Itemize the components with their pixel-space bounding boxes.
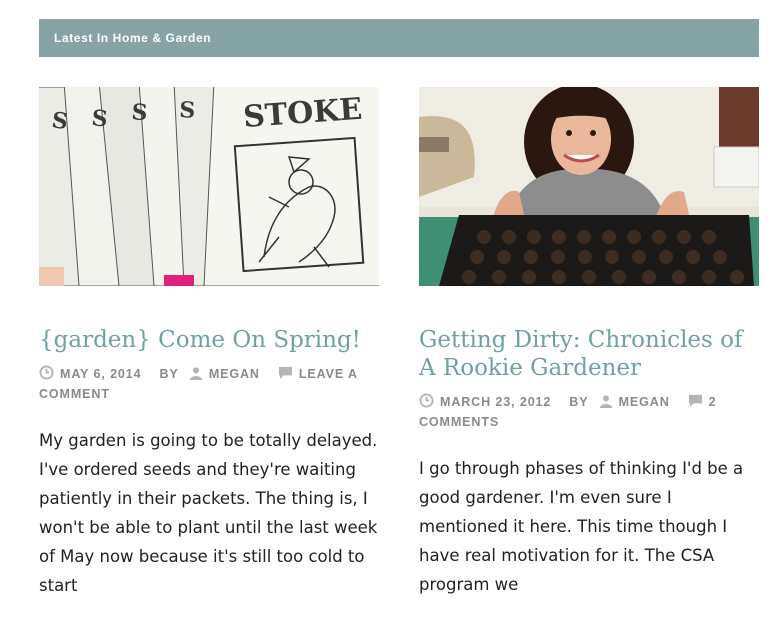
post-date[interactable]: May 6, 2014 — [60, 367, 141, 381]
post-card: S S S S STOKE {garden} Come On Spring! M… — [39, 87, 379, 617]
post-date[interactable]: March 23, 2012 — [440, 395, 551, 409]
section-title: Latest In Home & Garden — [54, 31, 212, 45]
post-meta: May 6, 2014 By Megan Leave a comment — [39, 364, 379, 404]
comment-icon — [278, 366, 292, 380]
gardener-photo-image — [419, 87, 759, 286]
svg-text:S: S — [90, 105, 109, 133]
svg-text:S: S — [130, 99, 148, 126]
seed-packets-image: S S S S STOKE — [39, 87, 379, 286]
svg-text:S: S — [179, 97, 196, 124]
comment-icon — [688, 394, 702, 408]
by-label: By — [159, 367, 179, 381]
post-excerpt: I go through phases of thinking I'd be a… — [419, 459, 744, 594]
post-thumbnail-link[interactable]: S S S S STOKE — [39, 87, 379, 286]
post-thumbnail-link[interactable] — [419, 87, 759, 286]
post-meta: March 23, 2012 By Megan 2 comments — [419, 392, 759, 432]
user-icon — [599, 395, 612, 408]
post-author[interactable]: Megan — [619, 395, 670, 409]
section-header: Latest In Home & Garden — [39, 19, 759, 57]
clock-icon — [39, 365, 54, 380]
clock-icon — [419, 393, 434, 408]
post-excerpt: My garden is going to be totally delayed… — [39, 431, 378, 595]
post-title[interactable]: Getting Dirty: Chronicles of A Rookie Ga… — [419, 326, 759, 382]
post-author[interactable]: Megan — [209, 367, 260, 381]
post-title[interactable]: {garden} Come On Spring! — [39, 326, 379, 354]
post-card: Getting Dirty: Chronicles of A Rookie Ga… — [419, 87, 759, 616]
user-icon — [189, 367, 202, 380]
by-label: By — [569, 395, 589, 409]
